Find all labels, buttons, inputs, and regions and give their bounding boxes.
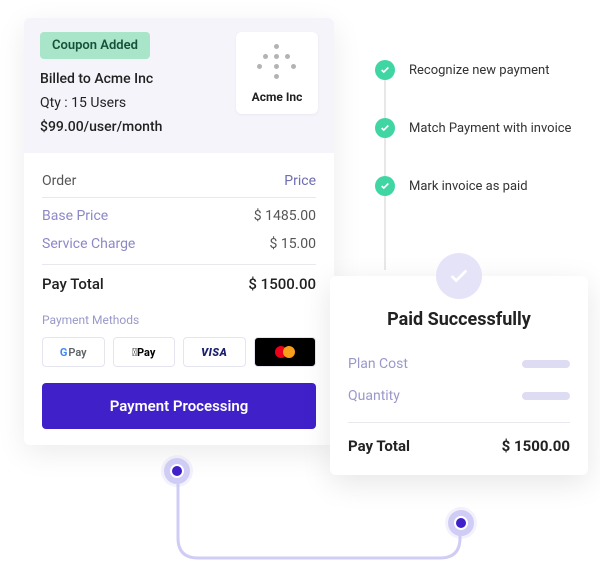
logo-icon — [253, 42, 301, 84]
timeline-label: Mark invoice as paid — [409, 179, 528, 194]
line-item-service-charge: Service Charge $ 15.00 — [42, 226, 316, 254]
payment-method-mastercard[interactable] — [254, 337, 317, 367]
line-value: $ 1485.00 — [254, 208, 316, 224]
success-row-quantity: Quantity — [348, 380, 570, 412]
connector-line — [164, 458, 484, 578]
order-card: Coupon Added Billed to Acme Inc Qty : 15… — [24, 18, 334, 445]
timeline-line — [384, 60, 386, 270]
order-body: Order Price Base Price $ 1485.00 Service… — [24, 153, 334, 445]
logo-label: Acme Inc — [244, 90, 310, 104]
success-total-row: Pay Total $ 1500.00 — [348, 422, 570, 459]
timeline-label: Recognize new payment — [409, 63, 549, 78]
success-card: Paid Successfully Plan Cost Quantity Pay… — [330, 276, 588, 475]
timeline-step-2: Match Payment with invoice — [375, 118, 571, 138]
line-label: Base Price — [42, 208, 108, 224]
success-row-plan-cost: Plan Cost — [348, 348, 570, 380]
column-order: Order — [42, 173, 76, 189]
applepay-text: Pay — [137, 346, 155, 359]
timeline-step-3: Mark invoice as paid — [375, 176, 571, 196]
total-value: $ 1500.00 — [248, 275, 316, 293]
success-row-label: Quantity — [348, 388, 400, 404]
customer-logo: Acme Inc — [236, 32, 318, 114]
quantity-text: Qty : 15 Users — [40, 95, 236, 111]
payment-processing-button[interactable]: Payment Processing — [42, 383, 316, 429]
order-total-row: Pay Total $ 1500.00 — [42, 264, 316, 303]
success-total-label: Pay Total — [348, 437, 410, 455]
payment-methods-label: Payment Methods — [42, 313, 316, 327]
visa-text: VISA — [201, 346, 227, 359]
billed-to-text: Billed to Acme Inc — [40, 71, 236, 87]
connector-node-icon — [164, 458, 190, 484]
success-title: Paid Successfully — [348, 309, 570, 330]
success-row-label: Plan Cost — [348, 356, 408, 372]
timeline: Recognize new payment Match Payment with… — [375, 60, 571, 234]
line-label: Service Charge — [42, 236, 135, 252]
coupon-badge: Coupon Added — [40, 32, 150, 59]
mastercard-icon — [283, 346, 295, 358]
timeline-label: Match Payment with invoice — [409, 121, 571, 136]
success-total-value: $ 1500.00 — [502, 437, 570, 455]
payment-method-visa[interactable]: VISA — [183, 337, 246, 367]
order-head: Coupon Added Billed to Acme Inc Qty : 15… — [24, 18, 334, 153]
column-price: Price — [284, 173, 316, 189]
order-columns: Order Price — [42, 165, 316, 198]
skeleton-placeholder — [522, 360, 570, 368]
check-icon — [375, 118, 395, 138]
success-body: Paid Successfully Plan Cost Quantity Pay… — [330, 309, 588, 475]
payment-methods-row: G Pay  Pay VISA — [42, 337, 316, 367]
connector-node-icon — [448, 510, 474, 536]
success-check-icon — [436, 253, 482, 299]
order-head-left: Coupon Added Billed to Acme Inc Qty : 15… — [40, 32, 236, 135]
check-icon — [375, 176, 395, 196]
line-item-base-price: Base Price $ 1485.00 — [42, 198, 316, 226]
gpay-logo-icon: G — [60, 346, 68, 359]
timeline-step-1: Recognize new payment — [375, 60, 571, 80]
line-value: $ 15.00 — [269, 236, 316, 252]
payment-method-applepay[interactable]:  Pay — [113, 337, 176, 367]
unit-price-text: $99.00/user/month — [40, 119, 236, 135]
skeleton-placeholder — [522, 392, 570, 400]
gpay-text: Pay — [68, 346, 86, 359]
total-label: Pay Total — [42, 275, 104, 293]
payment-method-gpay[interactable]: G Pay — [42, 337, 105, 367]
check-icon — [375, 60, 395, 80]
